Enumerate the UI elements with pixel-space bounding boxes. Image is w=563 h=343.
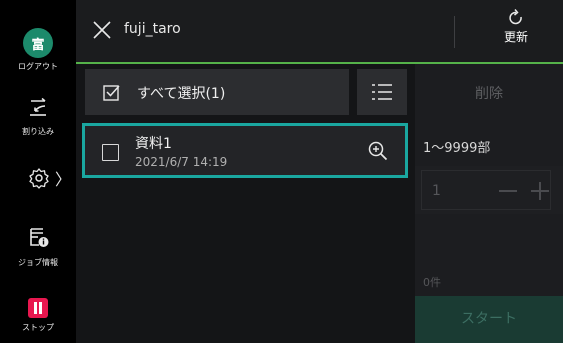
stop-icon [28, 298, 48, 318]
list-item[interactable]: 資料1 2021/6/7 14:19 [82, 123, 408, 178]
preview-button[interactable] [367, 140, 389, 162]
stop-label: ストップ [22, 323, 54, 332]
copies-range: 1〜9999部 [423, 141, 491, 156]
refresh-label: 更新 [503, 30, 528, 44]
interrupt-label: 割り込み [22, 127, 54, 136]
logout-label: ログアウト [18, 62, 58, 71]
select-all-button[interactable]: すべて選択(1) [85, 69, 349, 115]
close-icon [93, 21, 111, 39]
quantity-stepper: 1 [415, 166, 563, 214]
quantity-value: 1 [432, 183, 441, 199]
item-checkbox[interactable] [102, 144, 119, 161]
list-view-button[interactable] [357, 69, 407, 115]
close-button[interactable] [90, 18, 114, 42]
refresh-button[interactable]: 更新 [491, 8, 541, 54]
refresh-icon [509, 9, 522, 25]
header-bar: fuji_taro 更新 [76, 0, 563, 64]
job-info-button[interactable]: ジョブ情報 [0, 225, 76, 268]
gear-icon [29, 168, 49, 189]
user-logo-char: 富 [31, 37, 45, 53]
list-icon [372, 84, 392, 100]
interrupt-icon [30, 97, 46, 116]
selected-count: 0件 [423, 276, 441, 289]
checkbox-checked-icon [103, 85, 120, 101]
sidebar: 富 ログアウト 割り込み 〉 ジョブ情報 ストップ [0, 0, 76, 343]
header-divider [454, 16, 455, 48]
doc-date: 2021/6/7 14:19 [135, 155, 228, 169]
action-panel: 削除 1〜9999部 1 0件 スタート [415, 64, 563, 343]
chevron-right-icon: 〉 [55, 170, 72, 189]
interrupt-button[interactable]: 割り込み [0, 97, 76, 137]
job-info-icon [30, 228, 49, 247]
job-info-label: ジョブ情報 [18, 258, 58, 267]
user-logo: 富 [23, 28, 53, 58]
delete-button[interactable]: 削除 [415, 69, 563, 119]
quantity-field[interactable]: 1 [421, 170, 551, 210]
start-button[interactable]: スタート [415, 296, 563, 343]
select-all-label: すべて選択(1) [137, 86, 226, 102]
decrement-button[interactable] [494, 177, 522, 205]
user-name: fuji_taro [124, 21, 181, 37]
stop-button[interactable]: ストップ [0, 298, 76, 333]
increment-button[interactable] [526, 177, 554, 205]
zoom-in-icon [368, 141, 388, 161]
doc-name: 資料1 [135, 136, 172, 152]
logout-button[interactable]: 富 ログアウト [0, 28, 76, 72]
